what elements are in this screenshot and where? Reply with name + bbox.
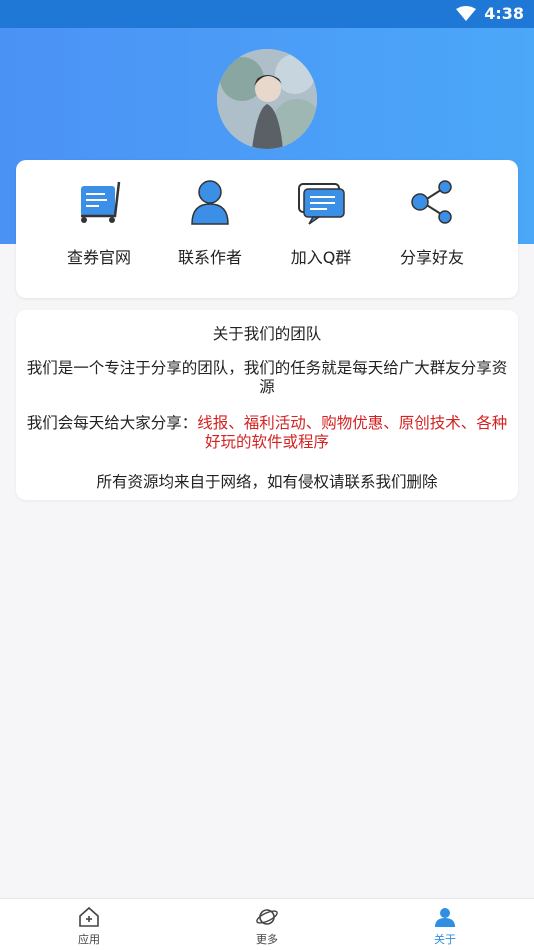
person-icon bbox=[180, 172, 240, 232]
tab-label: 关于 bbox=[434, 933, 456, 946]
share-icon bbox=[402, 172, 462, 232]
action-label: 查券官网 bbox=[66, 248, 131, 267]
action-join-qgroup[interactable]: 加入Q群 bbox=[261, 160, 381, 298]
action-coupon-site[interactable]: 查券官网 bbox=[39, 160, 159, 298]
about-card: 关于我们的团队 我们是一个专注于分享的团队，我们的任务就是每天给广大群友分享资源… bbox=[16, 310, 518, 500]
actions-card: 查券官网 联系作者 加入Q群 分享好友 bbox=[16, 160, 518, 298]
avatar[interactable] bbox=[217, 49, 317, 149]
status-time: 4:38 bbox=[484, 4, 524, 23]
bottom-tab-bar: 应用 更多 关于 bbox=[0, 898, 534, 950]
home-icon bbox=[77, 905, 101, 929]
chat-icon bbox=[291, 172, 351, 232]
about-share-highlight: 线报、福利活动、购物优惠、原创技术、各种好玩的软件或程序 bbox=[197, 414, 508, 451]
tab-label: 更多 bbox=[256, 933, 278, 946]
status-bar: 4:38 bbox=[0, 0, 534, 28]
planet-icon bbox=[255, 905, 279, 929]
tab-label: 应用 bbox=[78, 933, 100, 946]
tab-about[interactable]: 关于 bbox=[395, 899, 495, 950]
tab-more[interactable]: 更多 bbox=[217, 899, 317, 950]
action-contact-author[interactable]: 联系作者 bbox=[150, 160, 270, 298]
about-share-prefix: 我们会每天给大家分享： bbox=[26, 414, 198, 432]
about-share-list: 我们会每天给大家分享：线报、福利活动、购物优惠、原创技术、各种好玩的软件或程序 bbox=[22, 414, 512, 452]
about-intro: 我们是一个专注于分享的团队，我们的任务就是每天给广大群友分享资源 bbox=[26, 359, 508, 396]
tab-apps[interactable]: 应用 bbox=[39, 899, 139, 950]
action-label: 分享好友 bbox=[399, 248, 464, 267]
cart-icon bbox=[69, 172, 129, 232]
action-share-friends[interactable]: 分享好友 bbox=[372, 160, 492, 298]
about-title: 关于我们的团队 bbox=[212, 325, 322, 343]
action-label: 联系作者 bbox=[177, 248, 242, 267]
action-label: 加入Q群 bbox=[290, 248, 352, 267]
profile-icon bbox=[433, 905, 457, 929]
wifi-icon bbox=[456, 6, 476, 26]
about-disclaimer: 所有资源均来自于网络，如有侵权请联系我们删除 bbox=[96, 473, 438, 491]
